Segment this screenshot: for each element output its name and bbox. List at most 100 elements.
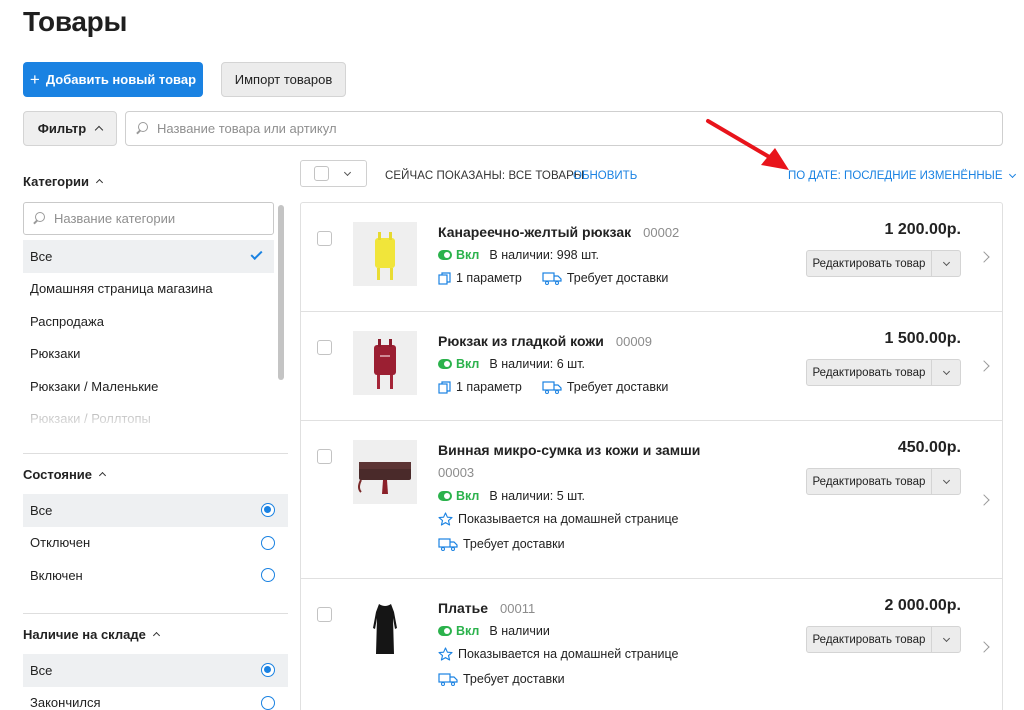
edit-product-button[interactable]: Редактировать товар — [806, 359, 961, 386]
chevron-down-icon — [1008, 170, 1016, 179]
state-option[interactable]: Отключен — [23, 527, 288, 560]
row-checkbox[interactable] — [317, 449, 332, 464]
edit-product-button[interactable]: Редактировать товар — [806, 250, 961, 277]
state-option[interactable]: Включен — [23, 559, 288, 592]
chevron-right-icon[interactable] — [978, 360, 990, 372]
radio-button[interactable] — [261, 503, 275, 517]
truck-icon — [542, 271, 562, 285]
category-label: Рюкзаки — [30, 346, 81, 362]
featured-text: Показывается на домашней странице — [458, 647, 679, 661]
category-item[interactable]: Рюкзаки — [23, 338, 274, 371]
edit-product-button[interactable]: Редактировать товар — [806, 468, 961, 495]
product-row[interactable]: Рюкзак из гладкой кожи 00009 Вкл В наличи… — [301, 312, 1002, 421]
product-price: 2 000.00р. — [884, 597, 962, 614]
status-label: Вкл — [456, 489, 480, 503]
add-product-button[interactable]: + Добавить новый товар — [23, 62, 203, 97]
chevron-up-icon — [152, 631, 160, 640]
state-heading[interactable]: Состояние — [23, 463, 107, 485]
toggle-on-icon[interactable] — [438, 250, 452, 260]
product-name[interactable]: Канареечно-желтый рюкзак 00002 — [438, 224, 679, 240]
state-option[interactable]: Все — [23, 494, 288, 527]
radio-button[interactable] — [261, 568, 275, 582]
meta-line: 1 параметр Требует доставки — [438, 271, 668, 285]
categories-heading[interactable]: Категории — [23, 170, 104, 192]
edit-product-label: Редактировать товар — [807, 251, 932, 276]
copy-icon — [438, 271, 451, 285]
chevron-up-icon — [95, 125, 104, 135]
truck-icon — [542, 380, 562, 394]
yellow-backpack-photo-icon — [353, 222, 417, 286]
product-name[interactable]: Винная микро-сумка из кожи и замши — [438, 442, 700, 458]
edit-dropdown-toggle[interactable] — [932, 476, 960, 484]
row-checkbox[interactable] — [317, 607, 332, 622]
product-sku: 00003 — [438, 465, 475, 480]
category-item[interactable]: Распродажа — [23, 305, 274, 338]
category-label: Рюкзаки / Маленькие — [30, 378, 159, 394]
chevron-down-icon — [942, 258, 950, 266]
chevron-right-icon[interactable] — [978, 494, 990, 506]
meta-line: 1 параметр Требует доставки — [438, 380, 668, 394]
product-row[interactable]: Платье 00011 Вкл В наличии Показывается н… — [301, 579, 1002, 710]
product-row[interactable]: Винная микро-сумка из кожи и замши 00003… — [301, 421, 1002, 579]
product-search-input[interactable] — [157, 121, 977, 136]
category-search — [23, 202, 274, 235]
state-option-label: Все — [30, 502, 53, 518]
row-checkbox[interactable] — [317, 231, 332, 246]
product-list: Канареечно-желтый рюкзак 00002 Вкл В нали… — [300, 202, 1003, 710]
import-products-button[interactable]: Импорт товаров — [221, 62, 346, 97]
chevron-down-icon — [942, 476, 950, 484]
add-product-label: Добавить новый товар — [45, 72, 197, 87]
chevron-right-icon[interactable] — [978, 641, 990, 653]
product-name-text: Канареечно-желтый рюкзак — [438, 224, 632, 240]
product-name[interactable]: Платье 00011 — [438, 600, 535, 616]
product-name[interactable]: Рюкзак из гладкой кожи 00009 — [438, 333, 652, 349]
radio-button[interactable] — [261, 535, 275, 550]
product-name-text: Платье — [438, 600, 488, 616]
product-price: 1 200.00р. — [884, 221, 962, 238]
search-icon — [33, 212, 46, 225]
divider — [23, 453, 288, 454]
checkmark-icon — [250, 247, 263, 261]
annotation-arrow-icon — [706, 119, 789, 170]
status-label: Вкл — [456, 624, 480, 638]
edit-product-button[interactable]: Редактировать товар — [806, 626, 961, 653]
edit-dropdown-toggle[interactable] — [932, 634, 960, 642]
product-search — [125, 111, 1003, 146]
stock-option[interactable]: Все — [23, 654, 288, 687]
product-row[interactable]: Канареечно-желтый рюкзак 00002 Вкл В нали… — [301, 203, 1002, 312]
category-item[interactable]: Рюкзаки / Маленькие — [23, 370, 274, 403]
edit-dropdown-toggle[interactable] — [932, 258, 960, 266]
select-all-checkbox[interactable] — [314, 166, 329, 181]
star-icon — [438, 512, 453, 526]
sort-dropdown[interactable]: ПО ДАТЕ: ПОСЛЕДНИЕ ИЗМЕНЁННЫЕ — [788, 170, 1016, 182]
state-option-label: Отключен — [30, 535, 91, 551]
featured-line: Показывается на домашней странице — [438, 647, 678, 661]
refresh-link[interactable]: ОБНОВИТЬ — [573, 170, 637, 182]
truck-icon — [438, 537, 458, 551]
shipping-text: Требует доставки — [566, 271, 669, 285]
star-icon — [438, 647, 453, 661]
category-scrollbar[interactable] — [278, 205, 284, 380]
category-item[interactable]: Домашняя страница магазина — [23, 273, 274, 306]
stock-option-label: Все — [30, 662, 53, 678]
status-line: Вкл В наличии — [438, 624, 550, 638]
category-item[interactable]: Все — [23, 240, 274, 273]
chevron-up-icon — [98, 471, 107, 480]
chevron-right-icon[interactable] — [978, 251, 990, 263]
radio-button[interactable] — [261, 663, 275, 677]
toggle-on-icon[interactable] — [438, 359, 452, 369]
edit-dropdown-toggle[interactable] — [932, 367, 960, 375]
toggle-on-icon[interactable] — [438, 626, 452, 636]
product-sku: 00002 — [643, 225, 680, 240]
select-all-dropdown[interactable] — [300, 160, 367, 187]
row-checkbox[interactable] — [317, 340, 332, 355]
filter-button[interactable]: Фильтр — [23, 111, 117, 146]
featured-text: Показывается на домашней странице — [458, 512, 679, 526]
stock-heading[interactable]: Наличие на складе — [23, 623, 160, 645]
stock-option[interactable]: Закончился — [23, 687, 288, 710]
category-item[interactable]: Рюкзаки / Роллтопы — [23, 403, 274, 436]
category-search-input[interactable] — [54, 211, 264, 226]
radio-button[interactable] — [261, 695, 275, 710]
toggle-on-icon[interactable] — [438, 491, 452, 501]
shipping-text: Требует доставки — [463, 672, 565, 686]
